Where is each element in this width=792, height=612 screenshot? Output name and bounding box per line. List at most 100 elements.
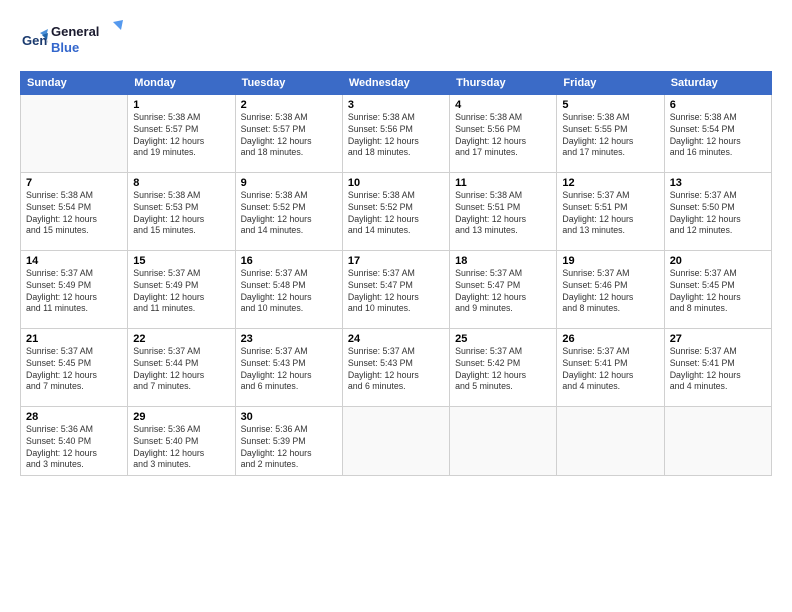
day-number: 27 (670, 333, 766, 345)
day-number: 25 (455, 333, 551, 345)
calendar-cell: 27Sunrise: 5:37 AM Sunset: 5:41 PM Dayli… (664, 328, 771, 406)
day-info: Sunrise: 5:37 AM Sunset: 5:43 PM Dayligh… (241, 346, 337, 394)
day-info: Sunrise: 5:37 AM Sunset: 5:44 PM Dayligh… (133, 346, 229, 394)
calendar-cell: 28Sunrise: 5:36 AM Sunset: 5:40 PM Dayli… (21, 406, 128, 476)
calendar-cell (21, 94, 128, 172)
day-info: Sunrise: 5:38 AM Sunset: 5:54 PM Dayligh… (26, 190, 122, 238)
day-number: 16 (241, 255, 337, 267)
calendar-cell: 30Sunrise: 5:36 AM Sunset: 5:39 PM Dayli… (235, 406, 342, 476)
day-number: 18 (455, 255, 551, 267)
calendar-cell: 6Sunrise: 5:38 AM Sunset: 5:54 PM Daylig… (664, 94, 771, 172)
day-info: Sunrise: 5:36 AM Sunset: 5:40 PM Dayligh… (133, 424, 229, 472)
day-number: 26 (562, 333, 658, 345)
day-info: Sunrise: 5:36 AM Sunset: 5:40 PM Dayligh… (26, 424, 122, 472)
calendar-cell: 3Sunrise: 5:38 AM Sunset: 5:56 PM Daylig… (342, 94, 449, 172)
calendar-cell: 25Sunrise: 5:37 AM Sunset: 5:42 PM Dayli… (450, 328, 557, 406)
calendar-cell: 5Sunrise: 5:38 AM Sunset: 5:55 PM Daylig… (557, 94, 664, 172)
day-info: Sunrise: 5:37 AM Sunset: 5:48 PM Dayligh… (241, 268, 337, 316)
day-info: Sunrise: 5:37 AM Sunset: 5:49 PM Dayligh… (133, 268, 229, 316)
day-info: Sunrise: 5:37 AM Sunset: 5:47 PM Dayligh… (455, 268, 551, 316)
day-number: 13 (670, 177, 766, 189)
day-number: 11 (455, 177, 551, 189)
weekday-header-row: Sunday Monday Tuesday Wednesday Thursday… (21, 71, 772, 94)
day-info: Sunrise: 5:38 AM Sunset: 5:56 PM Dayligh… (455, 112, 551, 160)
calendar-cell: 11Sunrise: 5:38 AM Sunset: 5:51 PM Dayli… (450, 172, 557, 250)
day-info: Sunrise: 5:38 AM Sunset: 5:52 PM Dayligh… (241, 190, 337, 238)
day-info: Sunrise: 5:37 AM Sunset: 5:47 PM Dayligh… (348, 268, 444, 316)
day-number: 6 (670, 99, 766, 111)
calendar-cell: 24Sunrise: 5:37 AM Sunset: 5:43 PM Dayli… (342, 328, 449, 406)
header-monday: Monday (128, 71, 235, 94)
day-info: Sunrise: 5:38 AM Sunset: 5:51 PM Dayligh… (455, 190, 551, 238)
day-info: Sunrise: 5:37 AM Sunset: 5:43 PM Dayligh… (348, 346, 444, 394)
day-info: Sunrise: 5:38 AM Sunset: 5:53 PM Dayligh… (133, 190, 229, 238)
day-info: Sunrise: 5:37 AM Sunset: 5:42 PM Dayligh… (455, 346, 551, 394)
day-info: Sunrise: 5:38 AM Sunset: 5:56 PM Dayligh… (348, 112, 444, 160)
calendar-cell: 12Sunrise: 5:37 AM Sunset: 5:51 PM Dayli… (557, 172, 664, 250)
calendar-cell: 29Sunrise: 5:36 AM Sunset: 5:40 PM Dayli… (128, 406, 235, 476)
day-number: 4 (455, 99, 551, 111)
calendar-cell: 4Sunrise: 5:38 AM Sunset: 5:56 PM Daylig… (450, 94, 557, 172)
logo: General General Blue (20, 20, 123, 63)
day-number: 1 (133, 99, 229, 111)
day-info: Sunrise: 5:38 AM Sunset: 5:54 PM Dayligh… (670, 112, 766, 160)
day-info: Sunrise: 5:38 AM Sunset: 5:57 PM Dayligh… (241, 112, 337, 160)
day-number: 21 (26, 333, 122, 345)
day-number: 22 (133, 333, 229, 345)
calendar-cell: 1Sunrise: 5:38 AM Sunset: 5:57 PM Daylig… (128, 94, 235, 172)
calendar-cell: 16Sunrise: 5:37 AM Sunset: 5:48 PM Dayli… (235, 250, 342, 328)
day-info: Sunrise: 5:37 AM Sunset: 5:41 PM Dayligh… (562, 346, 658, 394)
calendar-cell: 19Sunrise: 5:37 AM Sunset: 5:46 PM Dayli… (557, 250, 664, 328)
day-number: 23 (241, 333, 337, 345)
day-number: 3 (348, 99, 444, 111)
calendar-table: Sunday Monday Tuesday Wednesday Thursday… (20, 71, 772, 477)
calendar-cell: 23Sunrise: 5:37 AM Sunset: 5:43 PM Dayli… (235, 328, 342, 406)
day-number: 15 (133, 255, 229, 267)
day-info: Sunrise: 5:37 AM Sunset: 5:49 PM Dayligh… (26, 268, 122, 316)
day-info: Sunrise: 5:37 AM Sunset: 5:45 PM Dayligh… (670, 268, 766, 316)
logo-text: General Blue (51, 20, 123, 63)
calendar-cell: 7Sunrise: 5:38 AM Sunset: 5:54 PM Daylig… (21, 172, 128, 250)
day-info: Sunrise: 5:37 AM Sunset: 5:50 PM Dayligh… (670, 190, 766, 238)
header-thursday: Thursday (450, 71, 557, 94)
svg-text:General: General (51, 24, 99, 39)
day-number: 5 (562, 99, 658, 111)
header-saturday: Saturday (664, 71, 771, 94)
calendar-cell: 9Sunrise: 5:38 AM Sunset: 5:52 PM Daylig… (235, 172, 342, 250)
day-info: Sunrise: 5:37 AM Sunset: 5:41 PM Dayligh… (670, 346, 766, 394)
page: General General Blue Sunday Monday Tuesd (0, 0, 792, 612)
day-number: 7 (26, 177, 122, 189)
calendar-cell: 10Sunrise: 5:38 AM Sunset: 5:52 PM Dayli… (342, 172, 449, 250)
day-info: Sunrise: 5:36 AM Sunset: 5:39 PM Dayligh… (241, 424, 337, 472)
day-number: 19 (562, 255, 658, 267)
calendar-cell: 22Sunrise: 5:37 AM Sunset: 5:44 PM Dayli… (128, 328, 235, 406)
day-number: 29 (133, 411, 229, 423)
calendar-cell: 17Sunrise: 5:37 AM Sunset: 5:47 PM Dayli… (342, 250, 449, 328)
day-info: Sunrise: 5:38 AM Sunset: 5:55 PM Dayligh… (562, 112, 658, 160)
calendar-cell (450, 406, 557, 476)
day-number: 2 (241, 99, 337, 111)
day-info: Sunrise: 5:38 AM Sunset: 5:52 PM Dayligh… (348, 190, 444, 238)
header-friday: Friday (557, 71, 664, 94)
day-number: 12 (562, 177, 658, 189)
calendar-cell (342, 406, 449, 476)
calendar-cell: 21Sunrise: 5:37 AM Sunset: 5:45 PM Dayli… (21, 328, 128, 406)
day-number: 14 (26, 255, 122, 267)
header-sunday: Sunday (21, 71, 128, 94)
calendar-cell: 8Sunrise: 5:38 AM Sunset: 5:53 PM Daylig… (128, 172, 235, 250)
calendar-cell: 13Sunrise: 5:37 AM Sunset: 5:50 PM Dayli… (664, 172, 771, 250)
day-info: Sunrise: 5:37 AM Sunset: 5:51 PM Dayligh… (562, 190, 658, 238)
day-number: 28 (26, 411, 122, 423)
svg-text:Blue: Blue (51, 40, 79, 55)
header-wednesday: Wednesday (342, 71, 449, 94)
header: General General Blue (20, 16, 772, 63)
day-number: 20 (670, 255, 766, 267)
day-number: 17 (348, 255, 444, 267)
day-number: 8 (133, 177, 229, 189)
header-tuesday: Tuesday (235, 71, 342, 94)
calendar-cell (664, 406, 771, 476)
calendar-cell: 14Sunrise: 5:37 AM Sunset: 5:49 PM Dayli… (21, 250, 128, 328)
day-info: Sunrise: 5:38 AM Sunset: 5:57 PM Dayligh… (133, 112, 229, 160)
calendar-cell: 26Sunrise: 5:37 AM Sunset: 5:41 PM Dayli… (557, 328, 664, 406)
day-number: 30 (241, 411, 337, 423)
